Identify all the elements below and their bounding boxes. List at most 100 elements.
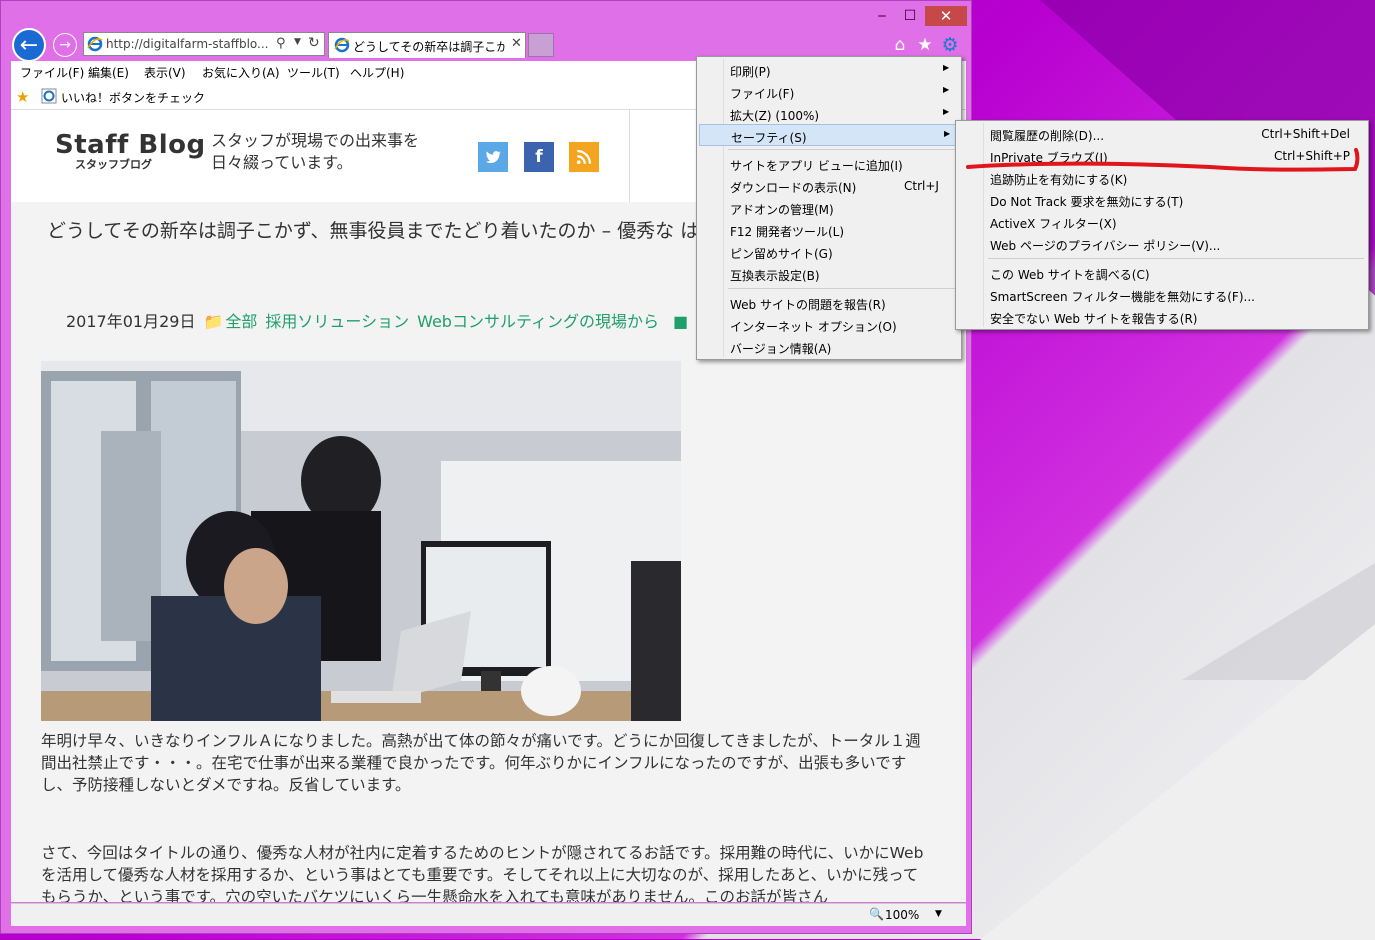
ie-logo-icon bbox=[41, 88, 57, 104]
annotation-underline bbox=[966, 148, 1360, 172]
submenu-arrow-icon: ▶ bbox=[943, 63, 950, 72]
menu-item-add-app-view[interactable]: サイトをアプリ ビューに追加(I) bbox=[699, 153, 959, 175]
favorites-link[interactable]: いいね！ボタンをチェック bbox=[61, 89, 205, 106]
post-photo bbox=[41, 361, 681, 721]
status-bar: 🔍 100% ▼ bbox=[11, 903, 966, 926]
home-icon[interactable]: ⌂ bbox=[889, 34, 911, 56]
menu-item-label: 拡大(Z) (100%) bbox=[730, 109, 820, 123]
menu-shortcut: Ctrl+Shift+Del bbox=[1261, 127, 1350, 141]
favorites-star-icon[interactable]: ★ bbox=[914, 34, 936, 56]
menu-item-label: この Web サイトを調べる(C) bbox=[990, 268, 1150, 282]
menu-item-label: ファイル(F) bbox=[730, 87, 795, 101]
menu-item-internet-options[interactable]: インターネット オプション(O) bbox=[699, 314, 959, 336]
menu-item-zoom[interactable]: 拡大(Z) (100%) ▶ bbox=[699, 103, 959, 125]
menu-item-label: バージョン情報(A) bbox=[730, 342, 832, 356]
category-link[interactable]: Webコンサルティングの現場から bbox=[417, 312, 659, 331]
tab-title: どうしてその新卒は調子こかず... bbox=[353, 40, 505, 54]
address-url: http://digitalfarm-staffblo... bbox=[106, 37, 269, 51]
menu-item-label: ActiveX フィルター(X) bbox=[990, 217, 1117, 231]
menu-item-safety[interactable]: セーフティ(S) ▶ bbox=[699, 124, 959, 146]
ie-logo-icon bbox=[87, 36, 103, 52]
menu-separator bbox=[728, 288, 956, 289]
maximize-button[interactable]: ☐ bbox=[897, 6, 923, 26]
menu-item-compat-view[interactable]: 互換表示設定(B) bbox=[699, 263, 959, 285]
menu-item-label: セーフティ(S) bbox=[731, 131, 807, 145]
zoom-level[interactable]: 100% bbox=[885, 908, 919, 922]
post-date: 2017年01月29日 bbox=[66, 312, 196, 331]
menu-item-do-not-track[interactable]: Do Not Track 要求を無効にする(T) bbox=[958, 189, 1366, 211]
chevron-down-icon[interactable]: ▼ bbox=[935, 909, 942, 919]
menu-item-label: アドオンの管理(M) bbox=[730, 203, 834, 217]
category-link[interactable]: 採用ソリューション bbox=[265, 312, 409, 331]
menu-item-label: Web サイトの問題を報告(R) bbox=[730, 298, 886, 312]
menu-item-about[interactable]: バージョン情報(A) bbox=[699, 336, 959, 358]
menu-edit[interactable]: 編集(E) bbox=[88, 64, 129, 81]
search-icon[interactable]: ⚲ bbox=[276, 36, 286, 51]
menu-item-privacy-policy[interactable]: Web ページのプライバシー ポリシー(V)... bbox=[958, 233, 1366, 255]
menu-item-pinned-sites[interactable]: ピン留めサイト(G) bbox=[699, 241, 959, 263]
menu-item-label: 互換表示設定(B) bbox=[730, 269, 820, 283]
twitter-icon[interactable] bbox=[478, 142, 508, 172]
menu-item-addons[interactable]: アドオンの管理(M) bbox=[699, 197, 959, 219]
menu-item-file[interactable]: ファイル(F) ▶ bbox=[699, 81, 959, 103]
forward-button[interactable]: → bbox=[53, 33, 77, 57]
gear-icon[interactable]: ⚙ bbox=[939, 34, 961, 56]
zoom-icon[interactable]: 🔍 bbox=[869, 907, 884, 921]
close-button[interactable]: ✕ bbox=[925, 6, 967, 26]
tagline-line: 日々綴っています。 bbox=[211, 153, 353, 172]
menu-file[interactable]: ファイル(F) bbox=[20, 64, 84, 81]
post-paragraph: さて、今回はタイトルの通り、優秀な人材が社内に定着するためのヒントが隠されてるお… bbox=[41, 844, 924, 902]
menu-item-smartscreen[interactable]: SmartScreen フィルター機能を無効にする(F)... bbox=[958, 284, 1366, 306]
menu-help[interactable]: ヘルプ(H) bbox=[350, 64, 404, 81]
menu-view[interactable]: 表示(V) bbox=[144, 64, 186, 81]
tab-active[interactable]: どうしてその新卒は調子こかず... ✕ bbox=[328, 32, 526, 58]
post-paragraph: 年明け早々、いきなりインフルＡになりました。高熱が出て体の節々が痛いです。どうに… bbox=[41, 732, 921, 794]
menu-item-report-unsafe[interactable]: 安全でない Web サイトを報告する(R) bbox=[958, 306, 1366, 328]
facebook-icon[interactable]: f bbox=[524, 142, 554, 172]
menu-item-label: ダウンロードの表示(N) bbox=[730, 181, 857, 195]
menu-item-label: Web ページのプライバシー ポリシー(V)... bbox=[990, 239, 1221, 253]
site-logo[interactable]: Staff Blog スタッフブログ bbox=[55, 130, 206, 172]
chevron-down-icon[interactable]: ▼ bbox=[294, 37, 301, 47]
rss-icon[interactable] bbox=[569, 142, 599, 172]
menu-item-label: 印刷(P) bbox=[730, 65, 771, 79]
arrow-left-icon: ← bbox=[19, 33, 39, 58]
menu-shortcut: Ctrl+J bbox=[904, 179, 939, 193]
back-button[interactable]: ← bbox=[12, 28, 46, 62]
menu-item-downloads[interactable]: ダウンロードの表示(N) Ctrl+J bbox=[699, 175, 959, 197]
tagline-line: スタッフが現場での出来事を bbox=[211, 131, 420, 150]
ie-logo-icon bbox=[334, 37, 350, 53]
post-meta: 2017年01月29日 📁 全部 採用ソリューション Webコンサルティングの現場から ■ bbox=[66, 308, 688, 332]
refresh-icon[interactable]: ↻ bbox=[308, 35, 320, 51]
site-header: Staff Blog スタッフブログ スタッフが現場での出来事を 日々綴っていま… bbox=[11, 110, 629, 202]
menu-item-devtools[interactable]: F12 開発者ツール(L) bbox=[699, 219, 959, 241]
menu-tools[interactable]: ツール(T) bbox=[287, 64, 340, 81]
address-bar[interactable]: http://digitalfarm-staffblo... ⚲ ▼ ↻ bbox=[83, 32, 325, 56]
submenu-arrow-icon: ▶ bbox=[943, 85, 950, 94]
menu-item-label: 安全でない Web サイトを報告する(R) bbox=[990, 312, 1198, 326]
menu-item-delete-history[interactable]: 閲覧履歴の削除(D)... Ctrl+Shift+Del bbox=[958, 123, 1366, 145]
category-link[interactable]: 全部 bbox=[225, 312, 257, 331]
menu-item-check-site[interactable]: この Web サイトを調べる(C) bbox=[958, 262, 1366, 284]
menu-item-label: ピン留めサイト(G) bbox=[730, 247, 833, 261]
menu-item-label: サイトをアプリ ビューに追加(I) bbox=[730, 159, 903, 173]
menu-item-activex-filter[interactable]: ActiveX フィルター(X) bbox=[958, 211, 1366, 233]
folder-icon: 📁 bbox=[203, 312, 224, 331]
add-favorites-icon[interactable]: ★ bbox=[16, 88, 29, 106]
submenu-arrow-icon: ▶ bbox=[944, 129, 951, 138]
arrow-right-icon: → bbox=[59, 37, 71, 53]
menu-item-label: インターネット オプション(O) bbox=[730, 320, 897, 334]
close-icon[interactable]: ✕ bbox=[511, 36, 522, 51]
menu-separator bbox=[728, 149, 956, 150]
minimize-button[interactable]: ‒ bbox=[869, 6, 895, 26]
submenu-arrow-icon: ▶ bbox=[943, 107, 950, 116]
new-tab-button[interactable] bbox=[528, 33, 554, 57]
menu-favorites[interactable]: お気に入り(A) bbox=[202, 64, 280, 81]
user-icon: ■ bbox=[673, 312, 689, 331]
menu-item-label: F12 開発者ツール(L) bbox=[730, 225, 845, 239]
menu-item-label: 閲覧履歴の削除(D)... bbox=[990, 129, 1105, 143]
site-tagline: スタッフが現場での出来事を 日々綴っています。 bbox=[211, 130, 419, 174]
post-title: どうしてその新卒は調子こかず、無事役員までたどり着いたのか – 優秀な は bbox=[47, 220, 700, 242]
menu-item-report-problem[interactable]: Web サイトの問題を報告(R) bbox=[699, 292, 959, 314]
menu-item-print[interactable]: 印刷(P) ▶ bbox=[699, 59, 959, 81]
